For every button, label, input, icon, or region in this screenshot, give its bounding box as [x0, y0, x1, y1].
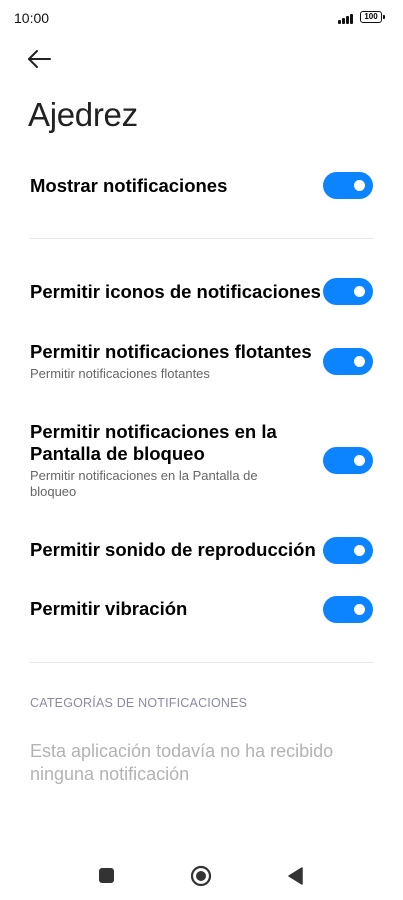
triangle-left-icon — [288, 867, 303, 885]
empty-categories-message: Esta aplicación todavía no ha recibido n… — [30, 741, 334, 784]
divider — [30, 662, 373, 663]
toggle-notification-icons[interactable] — [323, 278, 373, 305]
back-button[interactable] — [26, 46, 54, 72]
arrow-left-icon — [28, 50, 51, 68]
setting-title: Permitir iconos de notificaciones — [30, 281, 321, 302]
page-title: Ajedrez — [28, 96, 138, 133]
setting-title: Permitir notificaciones en la Pantalla d… — [30, 421, 277, 464]
status-time: 10:00 — [14, 10, 50, 26]
circle-icon — [190, 865, 212, 887]
setting-subtitle: Permitir notificaciones en la Pantalla d… — [30, 468, 258, 499]
setting-title: Mostrar notificaciones — [30, 175, 228, 196]
setting-title: Permitir sonido de reproducción — [30, 539, 316, 560]
navigation-bar — [0, 850, 403, 900]
recents-button[interactable] — [99, 868, 114, 883]
signal-icon — [338, 12, 356, 24]
toggle-floating-notifications[interactable] — [323, 348, 373, 375]
toggle-playback-sound[interactable] — [323, 537, 373, 564]
toggle-show-notifications[interactable] — [323, 172, 373, 199]
battery-tip — [383, 15, 385, 19]
setting-title: Permitir vibración — [30, 598, 188, 619]
home-button[interactable] — [190, 865, 212, 887]
toggle-lockscreen-notifications[interactable] — [323, 447, 373, 474]
toggle-vibration[interactable] — [323, 596, 373, 623]
setting-title: Permitir notificaciones flotantes — [30, 341, 312, 362]
categories-header: CATEGORÍAS DE NOTIFICACIONES — [30, 696, 248, 710]
divider — [30, 238, 373, 239]
status-bar: 10:00 100 — [0, 0, 403, 36]
battery-icon: 100 — [360, 11, 382, 23]
nav-back-button[interactable] — [286, 866, 304, 886]
setting-subtitle: Permitir notificaciones flotantes — [30, 366, 210, 381]
